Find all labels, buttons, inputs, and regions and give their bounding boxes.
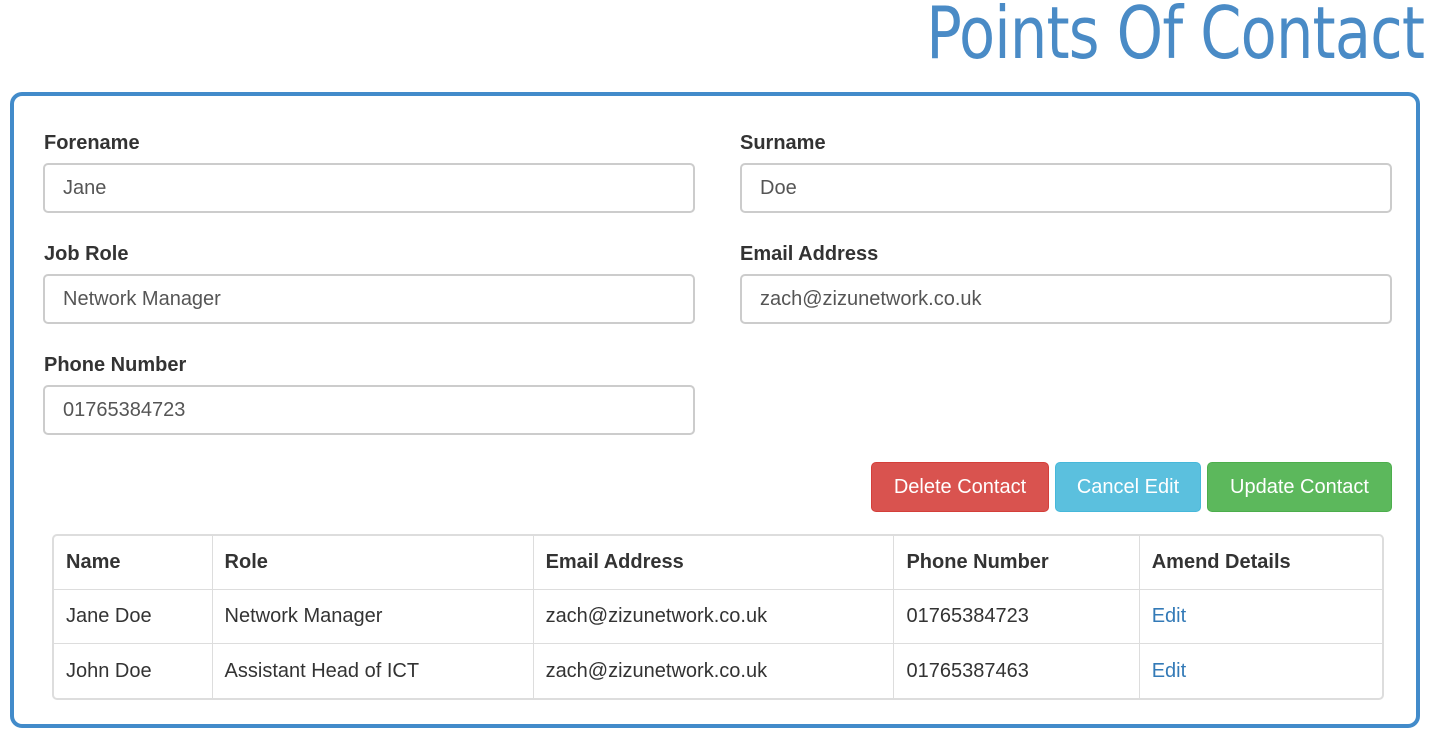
cell-name: Jane Doe xyxy=(54,590,213,644)
page-title: Points Of Contact xyxy=(926,0,1425,75)
header-name: Name xyxy=(54,536,213,590)
edit-link[interactable]: Edit xyxy=(1152,660,1186,682)
cell-phone: 01765384723 xyxy=(894,590,1140,644)
phone-label: Phone Number xyxy=(44,354,187,376)
job-role-label: Job Role xyxy=(44,243,129,265)
email-input[interactable] xyxy=(740,274,1392,324)
delete-contact-button[interactable]: Delete Contact xyxy=(871,462,1049,512)
table-row: Jane Doe Network Manager zach@zizunetwor… xyxy=(54,590,1382,644)
cell-email: zach@zizunetwork.co.uk xyxy=(534,644,895,698)
contact-form-panel: Forename Surname Job Role Email Address … xyxy=(10,92,1420,728)
edit-link[interactable]: Edit xyxy=(1152,605,1186,627)
table-row: John Doe Assistant Head of ICT zach@zizu… xyxy=(54,644,1382,698)
cell-email: zach@zizunetwork.co.uk xyxy=(533,590,895,644)
phone-input[interactable] xyxy=(43,385,695,435)
table-header-row: Name Role Email Address Phone Number Ame… xyxy=(54,536,1382,590)
cell-phone: 01765387463 xyxy=(894,644,1140,698)
contacts-table: Name Role Email Address Phone Number Ame… xyxy=(52,534,1384,700)
update-contact-button[interactable]: Update Contact xyxy=(1207,462,1392,512)
email-label: Email Address xyxy=(740,243,879,265)
cell-amend: Edit xyxy=(1139,590,1382,644)
cell-name: John Doe xyxy=(54,644,213,698)
forename-label: Forename xyxy=(44,132,140,154)
cell-role: Network Manager xyxy=(212,590,534,644)
surname-input[interactable] xyxy=(740,163,1392,213)
header-email: Email Address xyxy=(533,536,895,590)
header-phone: Phone Number xyxy=(894,536,1140,590)
surname-label: Surname xyxy=(740,132,826,154)
cell-amend: Edit xyxy=(1140,644,1382,698)
page: Points Of Contact Forename Surname Job R… xyxy=(0,0,1436,739)
header-amend: Amend Details xyxy=(1139,536,1382,590)
cell-role: Assistant Head of ICT xyxy=(213,644,534,698)
header-role: Role xyxy=(212,536,534,590)
job-role-input[interactable] xyxy=(43,274,695,324)
forename-input[interactable] xyxy=(43,163,695,213)
cancel-edit-button[interactable]: Cancel Edit xyxy=(1055,462,1201,512)
